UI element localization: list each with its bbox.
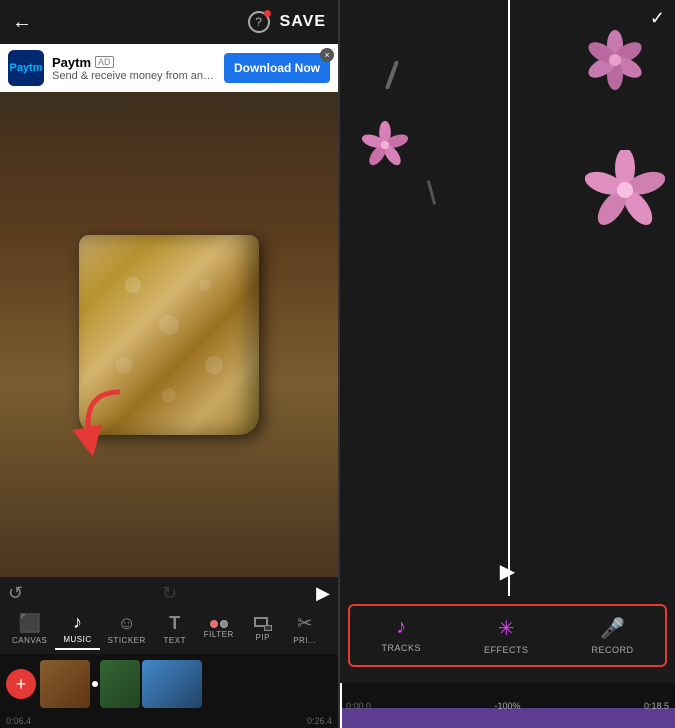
right-bottom: ♪ TRACKS ✳ EFFECTS 🎤 RECORD <box>340 596 675 683</box>
right-timestamp-start: 0:00.0 <box>346 701 371 711</box>
bottom-controls: ↺ ↻ ▶ ⬛ CANVAS ♪ MUSIC ☺ STICKER T TEXT <box>0 577 338 654</box>
tool-bar: ⬛ CANVAS ♪ MUSIC ☺ STICKER T TEXT FILTER <box>0 608 338 650</box>
text-label: TEXT <box>164 636 186 645</box>
tool-tracks[interactable]: ♪ TRACKS <box>381 616 421 655</box>
ad-title: Paytm <box>52 55 91 70</box>
red-arrow <box>60 382 140 467</box>
tool-sticker[interactable]: ☺ STICKER <box>100 609 154 649</box>
ad-badge: AD <box>95 56 114 68</box>
right-video-preview: ✓ ▶ <box>340 0 675 596</box>
canvas-label: CANVAS <box>12 636 47 645</box>
clip-divider <box>92 681 98 687</box>
tool-filter[interactable]: FILTER <box>196 616 242 643</box>
clip-thumb-1 <box>40 660 90 708</box>
flower-1 <box>585 30 645 90</box>
help-dot <box>264 10 271 17</box>
ad-logo: Paytm <box>8 50 44 86</box>
timestamps: 0:06.4 0:26.4 <box>0 714 338 728</box>
control-row: ↺ ↻ ▶ <box>0 583 338 604</box>
clip-2[interactable] <box>100 660 140 708</box>
right-panel: ✓ ▶ ♪ TRACKS ✳ EFFECTS 🎤 RECORD 0:00. <box>340 0 675 728</box>
flower-2 <box>360 120 410 170</box>
tool-text[interactable]: T TEXT <box>154 609 196 649</box>
timeline: + <box>0 654 338 714</box>
clip-thumb-2 <box>100 660 140 708</box>
tracks-label: TRACKS <box>381 643 421 653</box>
play-button[interactable]: ▶ <box>316 583 330 604</box>
ad-banner: Paytm Paytm AD Send & receive money from… <box>0 44 338 92</box>
scissors-icon: ✂ <box>297 613 312 634</box>
header-right: ? SAVE <box>248 11 326 33</box>
confirm-button[interactable]: ✓ <box>650 8 665 29</box>
ad-close-button[interactable]: × <box>320 48 334 62</box>
ad-info: Paytm AD Send & receive money from any p… <box>52 55 216 82</box>
sticker-icon: ☺ <box>117 613 135 634</box>
timestamp-start: 0:06.4 <box>6 716 31 726</box>
right-timeline: 0:00.0 -100% 0:18.5 <box>340 683 675 728</box>
tool-more[interactable]: ✂ PRI... <box>284 609 326 649</box>
header: ← ? SAVE <box>0 0 338 44</box>
ad-subtitle: Send & receive money from any phone ... <box>52 70 216 82</box>
more-label: PRI... <box>293 636 316 645</box>
tool-record[interactable]: 🎤 RECORD <box>591 616 633 655</box>
arrow-svg <box>60 382 140 462</box>
tool-canvas[interactable]: ⬛ CANVAS <box>4 609 55 649</box>
tracks-icon: ♪ <box>396 616 406 639</box>
tools-highlight-box: ♪ TRACKS ✳ EFFECTS 🎤 RECORD <box>348 604 667 667</box>
effects-icon: ✳ <box>498 616 515 641</box>
effects-label: EFFECTS <box>484 645 529 655</box>
text-icon: T <box>169 613 180 634</box>
record-icon: 🎤 <box>600 616 625 641</box>
back-button[interactable]: ← <box>12 11 32 34</box>
download-button[interactable]: Download Now <box>224 53 330 83</box>
stem-1 <box>385 60 399 90</box>
filter-icon <box>210 620 228 628</box>
right-timestamps: 0:00.0 -100% 0:18.5 <box>340 697 675 715</box>
music-icon: ♪ <box>73 612 82 633</box>
clip-1[interactable] <box>40 660 90 708</box>
flower-3 <box>585 150 665 230</box>
help-button[interactable]: ? <box>248 11 270 33</box>
add-clip-button[interactable]: + <box>6 669 36 699</box>
canvas-icon: ⬛ <box>18 613 40 634</box>
pip-icon <box>254 617 272 631</box>
undo-button[interactable]: ↺ <box>8 583 23 604</box>
tool-effects[interactable]: ✳ EFFECTS <box>484 616 529 655</box>
redo-button[interactable]: ↻ <box>162 583 177 604</box>
filter-label: FILTER <box>204 630 234 639</box>
pip-label: PIP <box>256 633 270 642</box>
video-preview <box>0 92 338 577</box>
ad-title-row: Paytm AD <box>52 55 216 70</box>
timeline-clips <box>40 658 338 710</box>
right-cursor-line <box>340 683 342 728</box>
timestamp-end: 0:26.4 <box>307 716 332 726</box>
sticker-label: STICKER <box>108 636 146 645</box>
save-button[interactable]: SAVE <box>280 13 326 31</box>
music-label: MUSIC <box>63 635 91 644</box>
tool-music[interactable]: ♪ MUSIC <box>55 608 99 650</box>
tool-pip[interactable]: PIP <box>242 613 284 646</box>
ad-logo-text: Paytm <box>9 62 42 74</box>
left-panel: ← ? SAVE Paytm Paytm AD Send & receive m… <box>0 0 338 728</box>
stem-2 <box>427 180 436 205</box>
timeline-cursor <box>508 0 510 596</box>
record-label: RECORD <box>591 645 633 655</box>
right-play-button[interactable]: ▶ <box>500 559 515 584</box>
zoom-indicator: -100% <box>494 701 520 711</box>
right-timestamp-end: 0:18.5 <box>644 701 669 711</box>
clip-3[interactable] <box>142 660 202 708</box>
header-left: ← <box>12 11 32 34</box>
